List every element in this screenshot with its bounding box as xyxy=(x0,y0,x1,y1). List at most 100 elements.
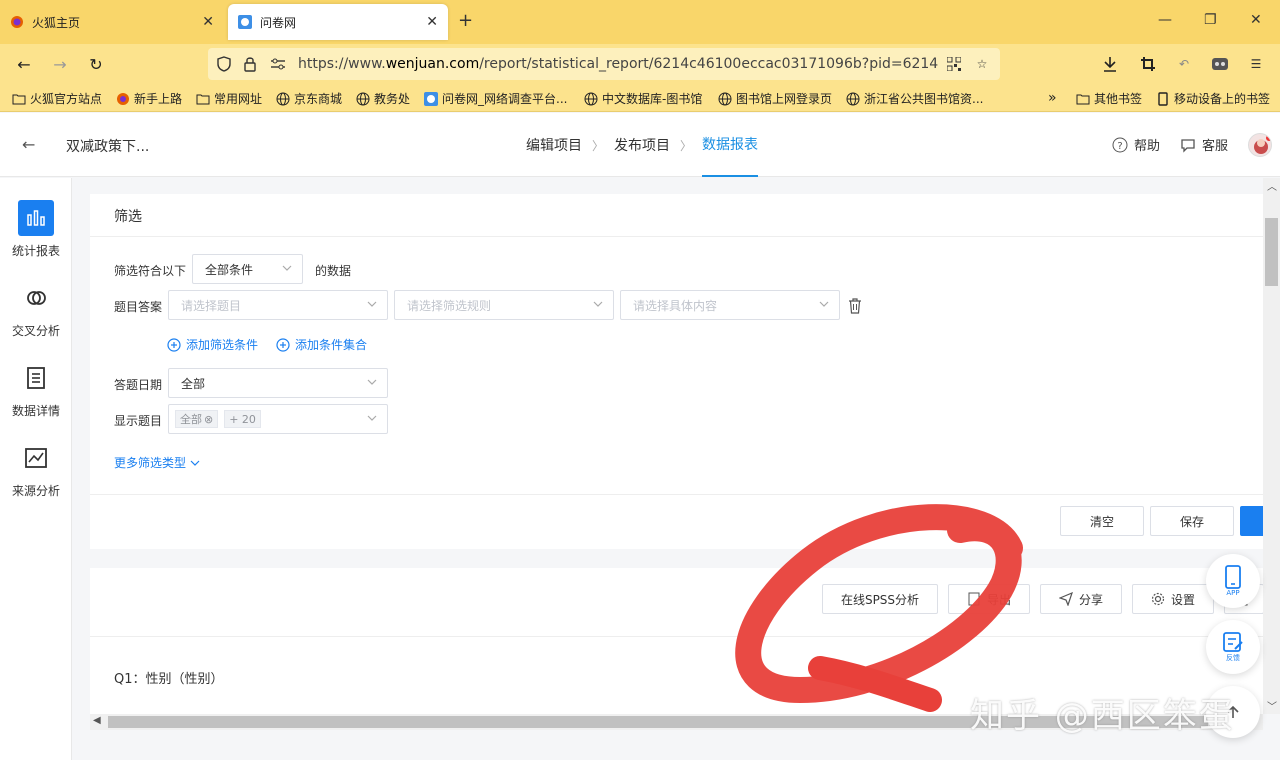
globe-icon xyxy=(718,92,732,106)
specific-content-select[interactable]: 请选择具体内容 xyxy=(620,290,840,320)
sidebar-item-label: 数据详情 xyxy=(11,404,60,418)
more-bookmarks-chevron-icon[interactable]: » xyxy=(1048,90,1057,106)
shield-icon[interactable] xyxy=(216,56,232,72)
bookmark-item[interactable]: 常用网址 xyxy=(196,90,262,107)
question-title: Q1：性别（性别） xyxy=(114,672,224,687)
vertical-scroll-thumb[interactable] xyxy=(1265,218,1278,286)
date-label: 答题日期 xyxy=(114,378,163,392)
sidebar-item-label: 来源分析 xyxy=(11,484,60,498)
bookmark-item[interactable]: 中文数据库-图书馆 xyxy=(584,90,702,107)
extension-icon[interactable] xyxy=(1210,54,1230,74)
step-data-report[interactable]: 数据报表 xyxy=(702,113,759,177)
tab-wenjuan[interactable]: 问卷网 ✕ xyxy=(228,4,448,40)
filter-panel: 筛选 筛选符合以下 全部条件 的数据 题目答案 请选择题目 请选择筛选规则 请选… xyxy=(90,194,1263,549)
sidebar-item-statistical-report[interactable]: 统计报表 xyxy=(0,200,72,259)
trend-chart-icon xyxy=(18,440,54,476)
back-icon[interactable]: ← xyxy=(14,54,34,74)
permissions-icon[interactable] xyxy=(270,56,286,72)
feedback-icon xyxy=(1223,632,1243,652)
download-icon[interactable] xyxy=(1100,54,1120,74)
step-breadcrumb: 编辑项目 〉 发布项目 〉 数据报表 xyxy=(526,113,759,177)
lock-icon[interactable] xyxy=(242,56,258,72)
tag-close-icon[interactable]: ⊗ xyxy=(204,413,213,426)
sidebar-item-data-details[interactable]: 数据详情 xyxy=(0,360,72,419)
plus-circle-icon xyxy=(167,337,181,352)
spss-analysis-button[interactable]: 在线SPSS分析 xyxy=(822,584,938,614)
folder-icon xyxy=(12,92,26,106)
close-tab-icon[interactable]: ✕ xyxy=(426,14,438,30)
scroll-left-icon[interactable]: ◀ xyxy=(93,715,101,726)
close-tab-icon[interactable]: ✕ xyxy=(202,14,214,30)
step-publish-project[interactable]: 发布项目 xyxy=(614,113,670,177)
tab-firefox-home[interactable]: 火狐主页 ✕ xyxy=(0,4,224,40)
feedback-button[interactable]: 反馈 xyxy=(1206,620,1260,674)
add-condition-set-link[interactable]: 添加条件集合 xyxy=(276,336,367,353)
minimize-icon[interactable]: — xyxy=(1158,12,1172,28)
chevron-down-icon xyxy=(593,301,603,307)
date-select[interactable]: 全部 xyxy=(168,368,388,398)
save-button[interactable]: 保存 xyxy=(1150,506,1234,536)
match-condition-select[interactable]: 全部条件 xyxy=(192,254,303,284)
bookmark-item[interactable]: 教务处 xyxy=(356,90,410,107)
settings-button[interactable]: 设置 xyxy=(1132,584,1214,614)
globe-icon xyxy=(584,92,598,106)
chevron-down-icon xyxy=(282,265,292,271)
scroll-up-icon[interactable]: ︿ xyxy=(1267,178,1277,193)
svg-text:?: ? xyxy=(1117,141,1122,152)
trash-icon[interactable] xyxy=(848,298,862,317)
step-edit-project[interactable]: 编辑项目 xyxy=(526,113,582,177)
bookmark-item[interactable]: 其他书签 xyxy=(1076,90,1142,107)
bookmark-item[interactable]: 图书馆上网登录页 xyxy=(718,90,832,107)
back-arrow-icon[interactable]: ← xyxy=(22,135,35,154)
bookmark-item[interactable]: 火狐官方站点 xyxy=(12,90,102,107)
display-questions-select[interactable]: 全部 ⊗ + 20 xyxy=(168,404,388,434)
forward-icon[interactable]: → xyxy=(50,54,70,74)
bookmark-item[interactable]: 问卷网_网络调查平台... xyxy=(424,90,567,107)
avatar[interactable] xyxy=(1248,133,1272,157)
restore-icon[interactable]: ❐ xyxy=(1204,12,1217,28)
main-content: 筛选 筛选符合以下 全部条件 的数据 题目答案 请选择题目 请选择筛选规则 请选… xyxy=(73,178,1263,714)
plus-circle-icon xyxy=(276,337,290,352)
share-button[interactable]: 分享 xyxy=(1040,584,1122,614)
customer-service-link[interactable]: 客服 xyxy=(1180,135,1228,154)
more-filter-types-link[interactable]: 更多筛选类型 xyxy=(114,454,200,471)
bookmark-item[interactable]: 京东商城 xyxy=(276,90,342,107)
url-text[interactable]: https://www.wenjuan.com/report/statistic… xyxy=(298,56,938,72)
match-suffix-label: 的数据 xyxy=(315,264,352,278)
bookmark-item[interactable]: 浙江省公共图书馆资... xyxy=(846,90,983,107)
confirm-button[interactable] xyxy=(1240,506,1263,536)
url-bar[interactable]: https://www.wenjuan.com/report/statistic… xyxy=(208,48,1000,80)
qr-code-icon[interactable] xyxy=(946,56,962,72)
add-filter-condition-link[interactable]: 添加筛选条件 xyxy=(167,336,258,353)
zhihu-watermark: 知乎 @西区笨蛋 xyxy=(970,696,1235,736)
screenshot-crop-icon[interactable] xyxy=(1138,54,1158,74)
wenjuan-icon xyxy=(424,91,438,106)
folder-icon xyxy=(196,92,210,106)
undo-icon[interactable]: ↶ xyxy=(1174,54,1194,74)
project-name: 双减政策下... xyxy=(66,139,150,155)
new-tab-icon[interactable]: + xyxy=(458,10,473,31)
chevron-down-icon xyxy=(819,301,829,307)
vertical-scrollbar[interactable]: ︿ ﹀ xyxy=(1263,178,1280,714)
chevron-down-icon xyxy=(367,415,377,421)
export-button[interactable]: 导出 xyxy=(948,584,1030,614)
clear-button[interactable]: 清空 xyxy=(1060,506,1144,536)
bookmark-item[interactable]: 新手上路 xyxy=(116,90,182,107)
question-select[interactable]: 请选择题目 xyxy=(168,290,388,320)
window-close-icon[interactable]: ✕ xyxy=(1250,12,1262,28)
sidebar-item-cross-analysis[interactable]: 交叉分析 xyxy=(0,280,72,339)
filter-rule-select[interactable]: 请选择筛选规则 xyxy=(394,290,614,320)
app-download-button[interactable]: APP xyxy=(1206,554,1260,608)
reload-icon[interactable]: ↻ xyxy=(86,54,106,74)
app-header: ← 双减政策下... 编辑项目 〉 发布项目 〉 数据报表 ? 帮助 客服 xyxy=(0,113,1280,177)
menu-icon[interactable]: ☰ xyxy=(1246,54,1266,74)
tab-title: 问卷网 xyxy=(260,15,297,30)
sidebar-item-source-analysis[interactable]: 来源分析 xyxy=(0,440,72,499)
bookmark-item[interactable]: 移动设备上的书签 xyxy=(1156,90,1270,107)
star-icon[interactable]: ☆ xyxy=(974,56,990,72)
help-link[interactable]: ? 帮助 xyxy=(1112,135,1160,154)
scroll-down-icon[interactable]: ﹀ xyxy=(1267,698,1277,713)
divider xyxy=(90,494,1263,495)
send-icon xyxy=(1058,592,1073,606)
answer-label: 题目答案 xyxy=(114,300,163,314)
